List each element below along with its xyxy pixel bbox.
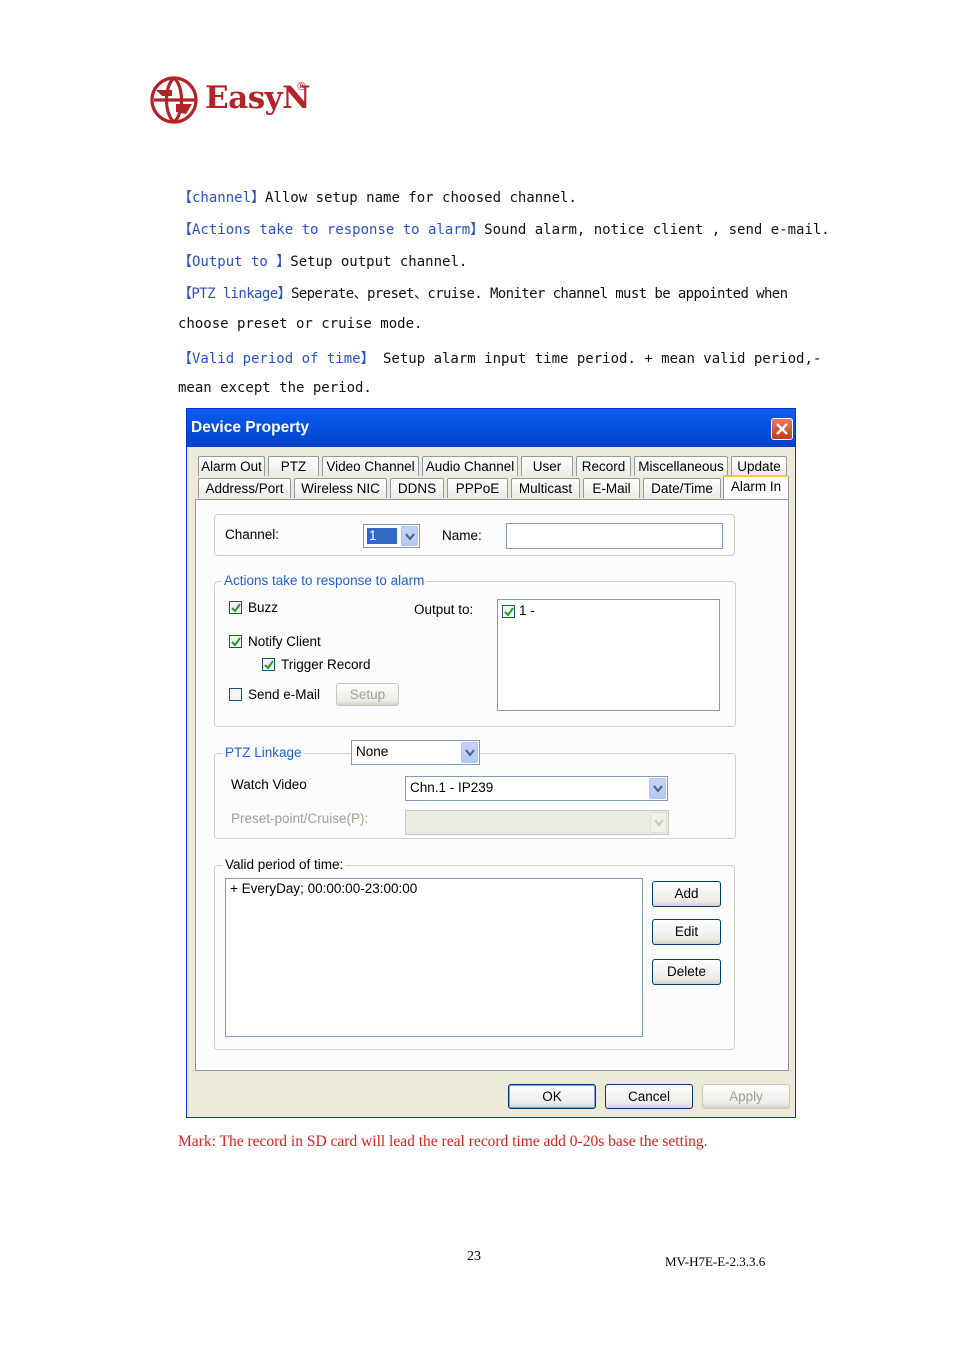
tab-wireless-nic[interactable]: Wireless NIC <box>294 478 387 498</box>
ptz-group: PTZ Linkage None Watch Video Chn.1 - IP2… <box>214 740 736 839</box>
checkmark-icon <box>504 607 514 617</box>
dropdown-arrow[interactable] <box>649 778 666 799</box>
registered-mark: ® <box>296 80 307 93</box>
setup-button[interactable]: Setup <box>336 683 399 706</box>
device-property-dialog: Device Property Alarm Out PTZ Video Chan… <box>186 408 796 1118</box>
trigger-record-checkbox[interactable] <box>262 658 275 671</box>
checkmark-icon <box>264 660 274 670</box>
apply-button[interactable]: Apply <box>702 1084 790 1109</box>
edit-button[interactable]: Edit <box>652 919 721 945</box>
send-email-checkbox[interactable] <box>229 688 242 701</box>
preset-label: Preset-point/Cruise(P): <box>231 811 369 826</box>
tab-alarm-in[interactable]: Alarm In <box>723 475 789 499</box>
add-button[interactable]: Add <box>652 881 721 907</box>
valid-period-item[interactable]: + EveryDay; 00:00:00-23:00:00 <box>230 881 417 896</box>
chevron-down-icon <box>653 785 663 793</box>
dropdown-arrow[interactable] <box>401 526 418 546</box>
tab-update[interactable]: Update <box>731 456 787 476</box>
ptz-mode-value: None <box>356 744 389 759</box>
buzz-label: Buzz <box>248 600 279 615</box>
ptz-paragraph-cont: choose preset or cruise mode. <box>178 316 423 332</box>
chevron-down-icon <box>405 533 415 541</box>
output-1-label: 1 - <box>519 603 535 618</box>
valid-period-group: Valid period of time: + EveryDay; 00:00:… <box>214 857 735 1050</box>
dialog-title: Device Property <box>191 419 310 436</box>
channel-paragraph: 【channel】Allow setup name for choosed ch… <box>178 190 577 206</box>
valid-period-legend: Valid period of time: <box>223 857 346 872</box>
ptz-mode-select[interactable]: None <box>351 740 480 765</box>
actions-legend: Actions take to response to alarm <box>222 573 427 588</box>
tab-pppoe[interactable]: PPPoE <box>447 478 508 498</box>
tab-user[interactable]: User <box>521 456 573 476</box>
term-valid: Valid period of time <box>192 351 361 367</box>
desc-valid: Setup alarm input time period. + mean va… <box>374 351 822 367</box>
document-code: MV-H7E-E-2.3.3.6 <box>665 1254 766 1269</box>
channel-label: Channel: <box>225 527 280 542</box>
notify-client-label: Notify Client <box>248 634 321 649</box>
watch-video-value: Chn.1 - IP239 <box>410 780 494 795</box>
desc-output: Setup output channel. <box>290 254 468 270</box>
alarm-in-panel: Channel: 1 Name: Actions take to respons… <box>195 499 789 1071</box>
tab-record[interactable]: Record <box>576 456 631 476</box>
tab-video-channel[interactable]: Video Channel <box>322 456 419 476</box>
term-channel: channel <box>192 190 252 206</box>
valid-paragraph: 【Valid period of time】 Setup alarm input… <box>178 351 822 367</box>
term-actions: Actions take to response to alarm <box>192 222 471 238</box>
chevron-down-icon <box>465 749 475 757</box>
tab-ddns[interactable]: DDNS <box>390 478 444 498</box>
channel-group: Channel: 1 Name: <box>214 514 735 556</box>
name-input[interactable] <box>506 523 723 549</box>
dropdown-arrow[interactable] <box>461 742 478 763</box>
term-output: Output to <box>192 254 277 270</box>
tab-address-port[interactable]: Address/Port <box>198 478 291 498</box>
buzz-checkbox[interactable] <box>229 601 242 614</box>
delete-button[interactable]: Delete <box>652 959 721 985</box>
desc-channel: Allow setup name for choosed channel. <box>265 190 577 206</box>
watch-video-select[interactable]: Chn.1 - IP239 <box>405 776 668 801</box>
desc-ptz: Seperate、preset、cruise. Moniter channel … <box>290 286 788 302</box>
desc-actions: Sound alarm, notice client , send e-mail… <box>484 222 830 238</box>
output-paragraph: 【Output to 】Setup output channel. <box>178 254 468 270</box>
tab-multicast[interactable]: Multicast <box>511 478 580 498</box>
logo-text: EasyN <box>205 80 311 116</box>
close-button[interactable] <box>771 418 793 440</box>
preset-select[interactable] <box>405 810 669 835</box>
actions-group: Actions take to response to alarm Buzz N… <box>214 573 736 727</box>
dropdown-arrow[interactable] <box>650 812 667 833</box>
output-1-checkbox[interactable] <box>502 605 515 618</box>
trigger-record-label: Trigger Record <box>281 657 371 672</box>
valid-paragraph-cont: mean except the period. <box>178 380 372 396</box>
output-label: Output to: <box>414 602 474 617</box>
output-list[interactable]: 1 - <box>497 599 720 711</box>
ptz-paragraph: 【PTZ linkage】Seperate、preset、cruise. Mon… <box>178 286 788 302</box>
tab-miscellaneous[interactable]: Miscellaneous <box>634 456 728 476</box>
tab-ptz[interactable]: PTZ <box>268 456 319 476</box>
notify-client-checkbox[interactable] <box>229 635 242 648</box>
checkmark-icon <box>231 603 241 613</box>
title-bar[interactable]: Device Property <box>187 409 795 447</box>
channel-value: 1 <box>367 528 397 544</box>
ptz-legend: PTZ Linkage <box>223 745 304 760</box>
checkmark-icon <box>231 637 241 647</box>
ok-button[interactable]: OK <box>508 1084 596 1109</box>
close-icon <box>776 423 788 435</box>
valid-period-list[interactable]: + EveryDay; 00:00:00-23:00:00 <box>225 878 643 1037</box>
name-label: Name: <box>442 528 482 543</box>
tab-email[interactable]: E-Mail <box>583 478 640 498</box>
tab-date-time[interactable]: Date/Time <box>643 478 721 498</box>
tab-audio-channel[interactable]: Audio Channel <box>422 456 518 476</box>
watch-video-label: Watch Video <box>231 777 307 792</box>
cancel-button[interactable]: Cancel <box>605 1084 693 1109</box>
actions-paragraph: 【Actions take to response to alarm】Sound… <box>178 222 830 238</box>
page-number: 23 <box>467 1249 481 1264</box>
term-ptz: PTZ linkage <box>191 286 278 302</box>
mark-note: Mark: The record in SD card will lead th… <box>178 1133 708 1150</box>
tab-alarm-out[interactable]: Alarm Out <box>198 456 265 476</box>
send-email-label: Send e-Mail <box>248 687 321 702</box>
channel-select[interactable]: 1 <box>363 524 420 548</box>
chevron-down-icon <box>654 819 664 827</box>
